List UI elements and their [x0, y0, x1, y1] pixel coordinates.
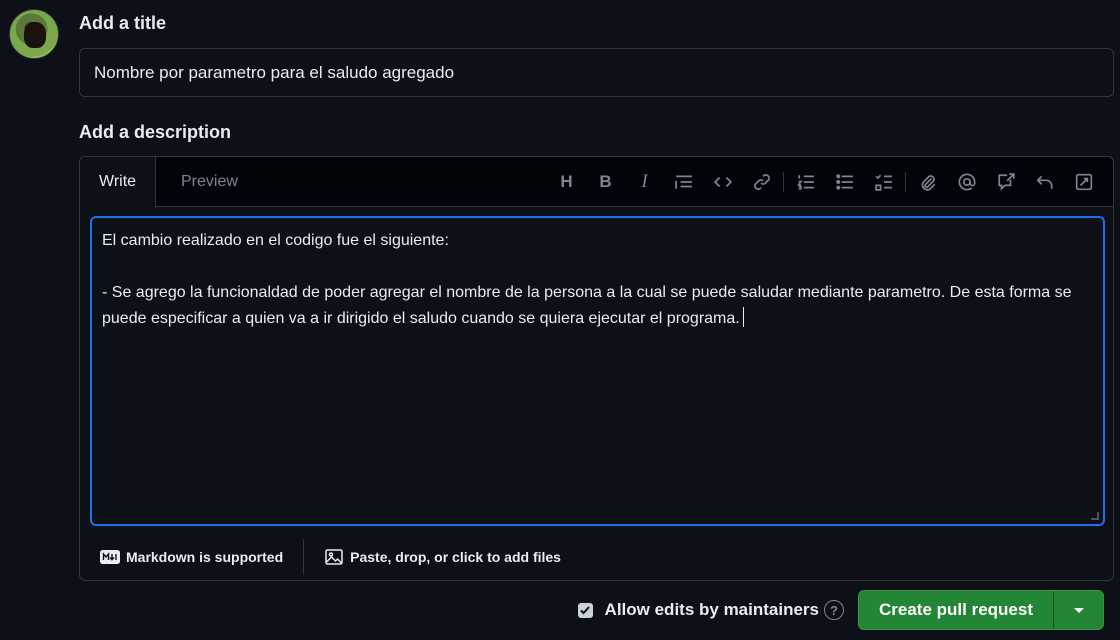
create-pull-request-group: Create pull request: [858, 590, 1104, 630]
resize-handle[interactable]: [1091, 512, 1099, 520]
checkmark-icon: [580, 606, 590, 615]
title-input[interactable]: Nombre por parametro para el saludo agre…: [79, 48, 1114, 97]
quote-icon[interactable]: [664, 166, 703, 198]
link-icon[interactable]: [742, 166, 781, 198]
create-options-dropdown[interactable]: [1053, 591, 1103, 629]
description-textarea[interactable]: El cambio realizado en el codigo fue el …: [90, 216, 1105, 526]
description-text: El cambio realizado en el codigo fue el …: [102, 232, 1072, 327]
markdown-supported-link[interactable]: Markdown is supported: [80, 549, 303, 565]
fullscreen-icon[interactable]: [1064, 166, 1103, 198]
tab-write[interactable]: Write: [80, 157, 157, 208]
chevron-down-icon: [1073, 607, 1084, 613]
allow-edits-checkbox[interactable]: [577, 602, 593, 618]
code-icon[interactable]: [703, 166, 742, 198]
markdown-toolbar: H B I: [547, 157, 1103, 207]
submit-row: Allow edits by maintainers ? Create pull…: [577, 590, 1104, 630]
avatar: [9, 9, 59, 59]
markdown-icon: [100, 550, 120, 564]
mention-icon[interactable]: [947, 166, 986, 198]
text-caret: [742, 307, 744, 327]
toolbar-divider: [783, 172, 784, 192]
title-label: Add a title: [79, 13, 167, 33]
markdown-label: Markdown is supported: [126, 549, 284, 565]
bold-icon[interactable]: B: [586, 166, 625, 198]
italic-icon[interactable]: I: [625, 166, 664, 198]
unordered-list-icon[interactable]: [825, 166, 864, 198]
ordered-list-icon[interactable]: [786, 166, 825, 198]
description-editor: Write Preview H B I El cambio realizado …: [79, 156, 1114, 581]
task-list-icon[interactable]: [864, 166, 903, 198]
undo-icon[interactable]: [1025, 166, 1064, 198]
toolbar-divider: [905, 172, 906, 192]
reference-icon[interactable]: [986, 166, 1025, 198]
image-icon: [325, 549, 343, 565]
attach-icon[interactable]: [908, 166, 947, 198]
create-pull-request-button[interactable]: Create pull request: [859, 591, 1053, 629]
description-label: Add a description: [79, 122, 232, 142]
editor-header: Write Preview H B I: [80, 157, 1113, 208]
editor-footer: Markdown is supported Paste, drop, or cl…: [80, 537, 1113, 577]
allow-edits-label[interactable]: Allow edits by maintainers: [605, 600, 819, 620]
add-files-button[interactable]: Paste, drop, or click to add files: [304, 549, 581, 565]
heading-icon[interactable]: H: [547, 166, 586, 198]
add-files-label: Paste, drop, or click to add files: [350, 549, 561, 565]
tab-preview[interactable]: Preview: [162, 157, 257, 207]
question-icon[interactable]: ?: [824, 600, 844, 620]
